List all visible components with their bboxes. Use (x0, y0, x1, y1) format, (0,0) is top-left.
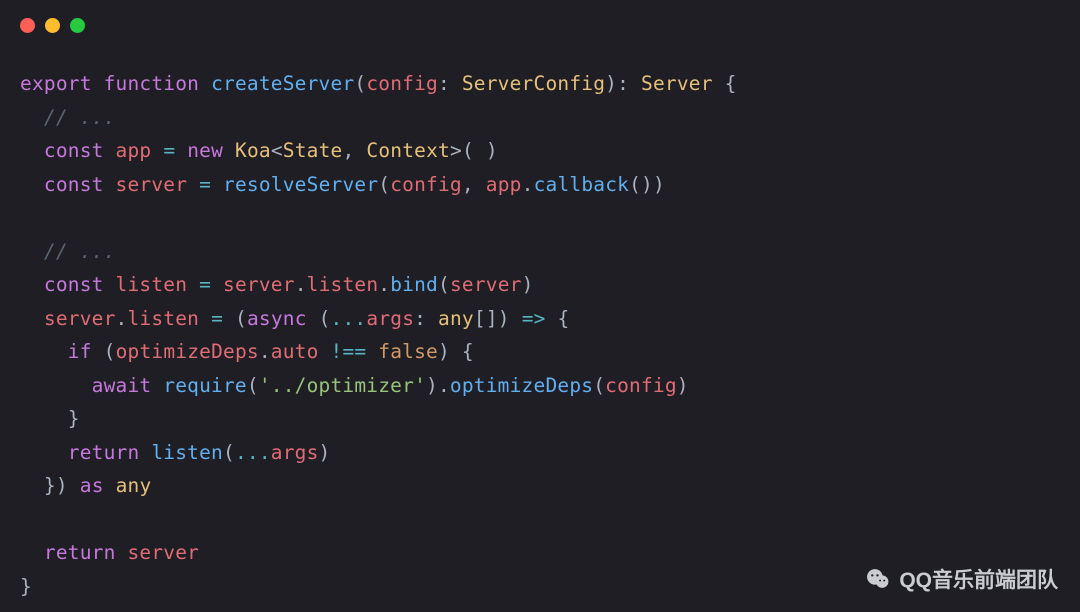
keyword-await: await (92, 374, 152, 397)
var-app: app (116, 139, 152, 162)
fn-optimizeDeps: optimizeDeps (450, 374, 593, 397)
code-window: export function createServer(config: Ser… (0, 0, 1080, 612)
keyword-new: new (187, 139, 223, 162)
fn-bind: bind (390, 273, 438, 296)
literal-false: false (378, 340, 438, 363)
param-config: config (366, 72, 438, 95)
minimize-icon[interactable] (45, 18, 60, 33)
type-any: any (438, 307, 474, 330)
keyword-function: function (104, 72, 200, 95)
fn-require: require (163, 374, 247, 397)
keyword-export: export (20, 72, 92, 95)
type-State: State (283, 139, 343, 162)
param-args: args (366, 307, 414, 330)
window-titlebar (0, 0, 1080, 33)
function-createServer: createServer (211, 72, 354, 95)
keyword-async: async (247, 307, 307, 330)
wechat-icon (865, 566, 891, 592)
keyword-const: const (44, 173, 104, 196)
zoom-icon[interactable] (70, 18, 85, 33)
fn-callback: callback (534, 173, 630, 196)
keyword-if: if (68, 340, 92, 363)
watermark: QQ音乐前端团队 (865, 564, 1058, 594)
code-block: export function createServer(config: Ser… (0, 33, 1080, 604)
type-ServerConfig: ServerConfig (462, 72, 605, 95)
type-Koa: Koa (235, 139, 271, 162)
keyword-return: return (68, 441, 140, 464)
keyword-const: const (44, 139, 104, 162)
type-Server: Server (641, 72, 713, 95)
type-Context: Context (366, 139, 450, 162)
comment: // ... (44, 240, 116, 263)
var-server: server (116, 173, 188, 196)
keyword-return: return (44, 541, 116, 564)
keyword-as: as (80, 474, 104, 497)
watermark-text: QQ音乐前端团队 (899, 564, 1058, 594)
fn-resolveServer: resolveServer (223, 173, 378, 196)
string-optimizer-path: '../optimizer' (259, 374, 426, 397)
keyword-const: const (44, 273, 104, 296)
var-listen: listen (116, 273, 188, 296)
close-icon[interactable] (20, 18, 35, 33)
comment: // ... (44, 106, 116, 129)
